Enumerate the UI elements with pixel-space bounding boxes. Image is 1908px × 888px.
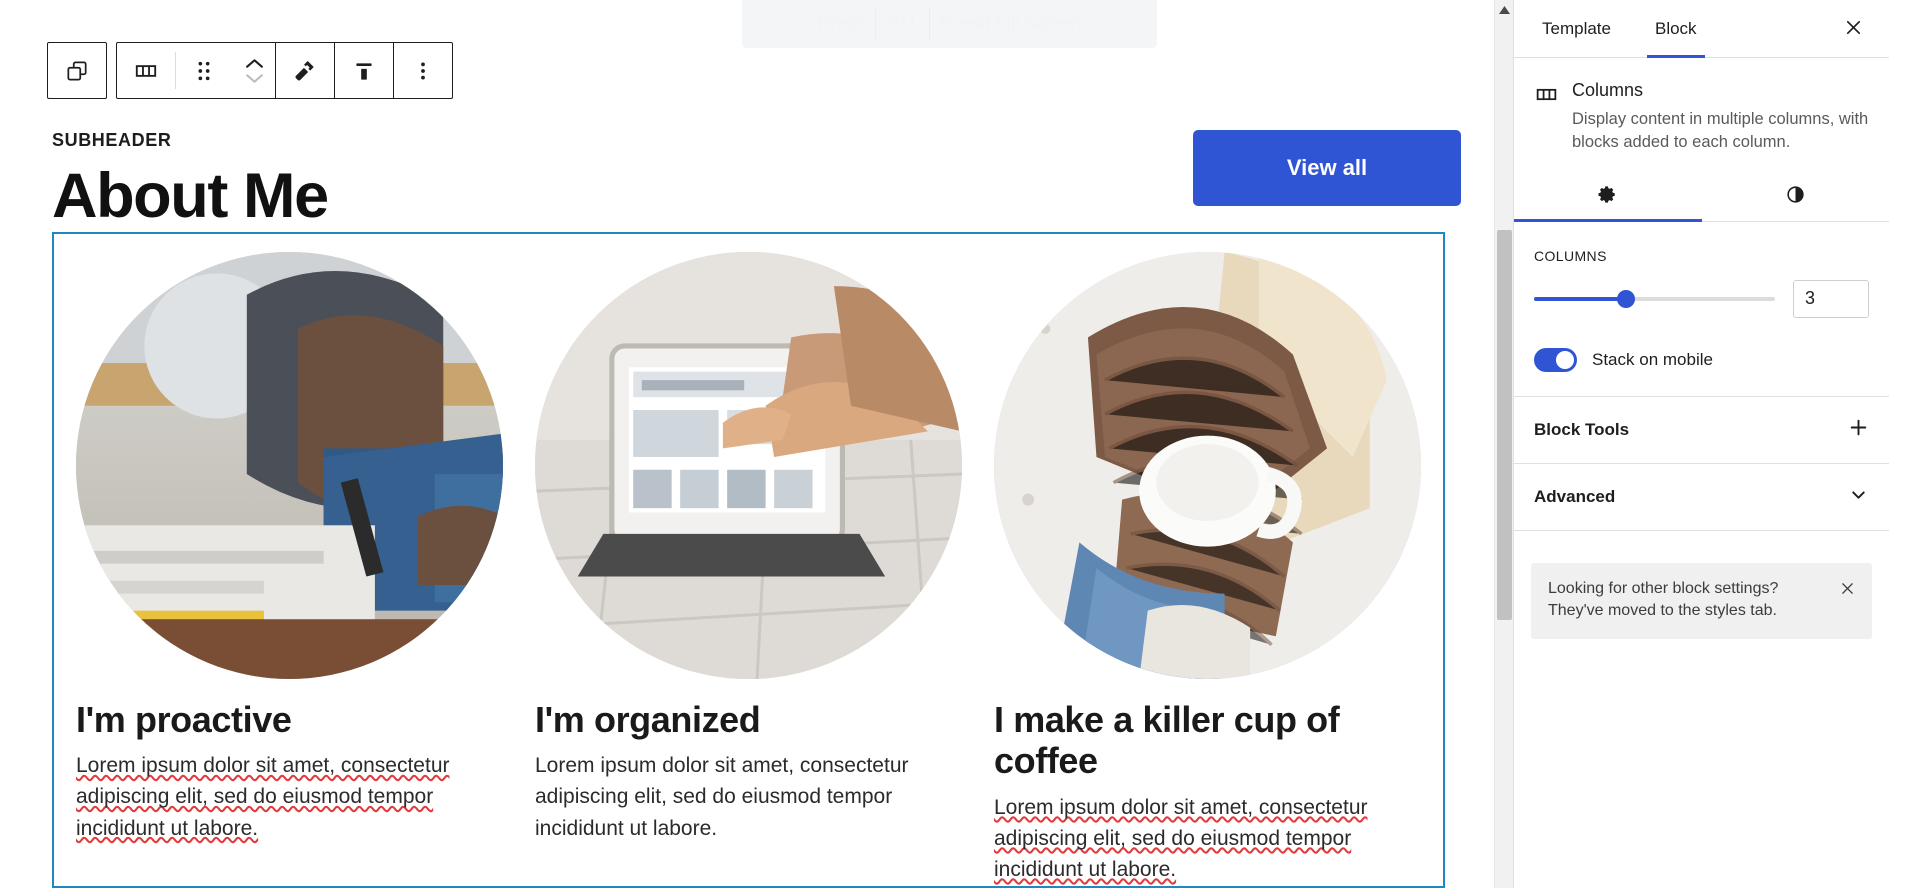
stack-on-mobile-label: Stack on mobile bbox=[1592, 349, 1713, 369]
block-toolbar bbox=[47, 42, 453, 99]
block-card-title: Columns bbox=[1572, 80, 1644, 100]
stack-on-mobile-toggle[interactable] bbox=[1534, 347, 1577, 372]
close-icon bbox=[1844, 18, 1863, 40]
advanced-label: Advanced bbox=[1534, 486, 1616, 506]
contrast-half-circle-icon bbox=[1785, 184, 1806, 208]
column-heading-1[interactable]: I'm proactive bbox=[76, 699, 503, 740]
columns-setting-label: COLUMNS bbox=[1534, 247, 1607, 264]
drag-dots-icon bbox=[194, 60, 214, 82]
block-mover[interactable] bbox=[233, 43, 275, 98]
chevron-down-icon[interactable] bbox=[1848, 484, 1869, 510]
more-options-button[interactable] bbox=[394, 43, 452, 98]
columns-slider[interactable] bbox=[1534, 289, 1775, 308]
columns-icon bbox=[133, 58, 159, 84]
column-paragraph-2[interactable]: Lorem ipsum dolor sit amet, consectetur … bbox=[535, 750, 962, 843]
columns-number-input[interactable] bbox=[1793, 279, 1869, 318]
notice-dismiss-button[interactable] bbox=[1837, 578, 1858, 602]
hammer-icon bbox=[291, 57, 319, 85]
settings-sidebar: Template Block Columns Display content i… bbox=[1513, 0, 1889, 888]
block-settings-notice: Looking for other block settings? They'v… bbox=[1531, 562, 1872, 639]
block-tools-label: Block Tools bbox=[1534, 419, 1630, 439]
tab-template[interactable]: Template bbox=[1520, 0, 1633, 57]
chevron-up-icon[interactable] bbox=[244, 57, 265, 70]
tab-block[interactable]: Block bbox=[1633, 0, 1719, 58]
vertical-align-button[interactable] bbox=[335, 43, 393, 98]
columns-range-row bbox=[1534, 279, 1869, 318]
gear-icon bbox=[1597, 184, 1618, 208]
columns-slider-fill bbox=[1534, 296, 1626, 301]
columns-settings-section: COLUMNS Stack on mobile bbox=[1514, 222, 1889, 397]
ellipsis-vertical-icon bbox=[412, 60, 434, 82]
sidebar-subtablist bbox=[1514, 172, 1889, 222]
plus-icon[interactable] bbox=[1848, 417, 1869, 443]
style-tool-button[interactable] bbox=[276, 43, 334, 98]
block-switcher-group bbox=[47, 42, 107, 99]
subtab-styles[interactable] bbox=[1702, 172, 1890, 221]
column-heading-3[interactable]: I make a killer cup of coffee bbox=[994, 699, 1421, 782]
scroll-up-arrow[interactable] bbox=[1495, 0, 1513, 19]
editor-canvas: Press F11 to exit full screen SUBHEADER … bbox=[0, 0, 1513, 888]
toggle-knob bbox=[1556, 350, 1574, 369]
column-image-1[interactable] bbox=[76, 252, 503, 679]
advanced-row[interactable]: Advanced bbox=[1514, 464, 1889, 531]
align-top-icon bbox=[351, 58, 377, 84]
column-paragraph-3[interactable]: Lorem ipsum dolor sit amet, consectetur … bbox=[994, 792, 1421, 885]
column-2[interactable]: I'm organized Lorem ipsum dolor sit amet… bbox=[535, 252, 962, 886]
columns-block-icon-button[interactable] bbox=[117, 43, 175, 98]
block-editor-app: Press F11 to exit full screen SUBHEADER … bbox=[0, 0, 1908, 888]
block-actions-group bbox=[116, 42, 453, 99]
block-type-switcher-button[interactable] bbox=[48, 43, 106, 98]
column-image-2[interactable] bbox=[535, 252, 962, 679]
block-tools-row[interactable]: Block Tools bbox=[1514, 397, 1889, 464]
column-heading-2[interactable]: I'm organized bbox=[535, 699, 962, 740]
block-card-description: Display content in multiple columns, wit… bbox=[1572, 110, 1869, 151]
copy-blocks-icon bbox=[64, 58, 90, 84]
canvas-scrollbar[interactable] bbox=[1494, 0, 1513, 888]
view-all-button[interactable]: View all bbox=[1193, 130, 1461, 206]
columns-slider-thumb[interactable] bbox=[1616, 289, 1635, 308]
sidebar-tablist: Template Block bbox=[1514, 0, 1889, 58]
chevron-down-icon[interactable] bbox=[244, 72, 265, 85]
column-1[interactable]: I'm proactive Lorem ipsum dolor sit amet… bbox=[76, 252, 503, 886]
columns-icon bbox=[1534, 80, 1559, 154]
drag-handle-button[interactable] bbox=[175, 43, 233, 98]
close-sidebar-button[interactable] bbox=[1831, 0, 1875, 57]
columns-block[interactable]: I'm proactive Lorem ipsum dolor sit amet… bbox=[52, 232, 1445, 888]
column-3[interactable]: I make a killer cup of coffee Lorem ipsu… bbox=[994, 252, 1421, 886]
notice-text: Looking for other block settings? They'v… bbox=[1548, 579, 1779, 619]
close-icon bbox=[1839, 582, 1856, 600]
stack-on-mobile-row[interactable]: Stack on mobile bbox=[1534, 347, 1869, 372]
column-image-3[interactable] bbox=[994, 252, 1421, 679]
subtab-settings[interactable] bbox=[1514, 172, 1702, 222]
column-paragraph-1[interactable]: Lorem ipsum dolor sit amet, consectetur … bbox=[76, 750, 503, 843]
scrollbar-thumb[interactable] bbox=[1497, 230, 1512, 620]
block-card: Columns Display content in multiple colu… bbox=[1514, 58, 1889, 166]
